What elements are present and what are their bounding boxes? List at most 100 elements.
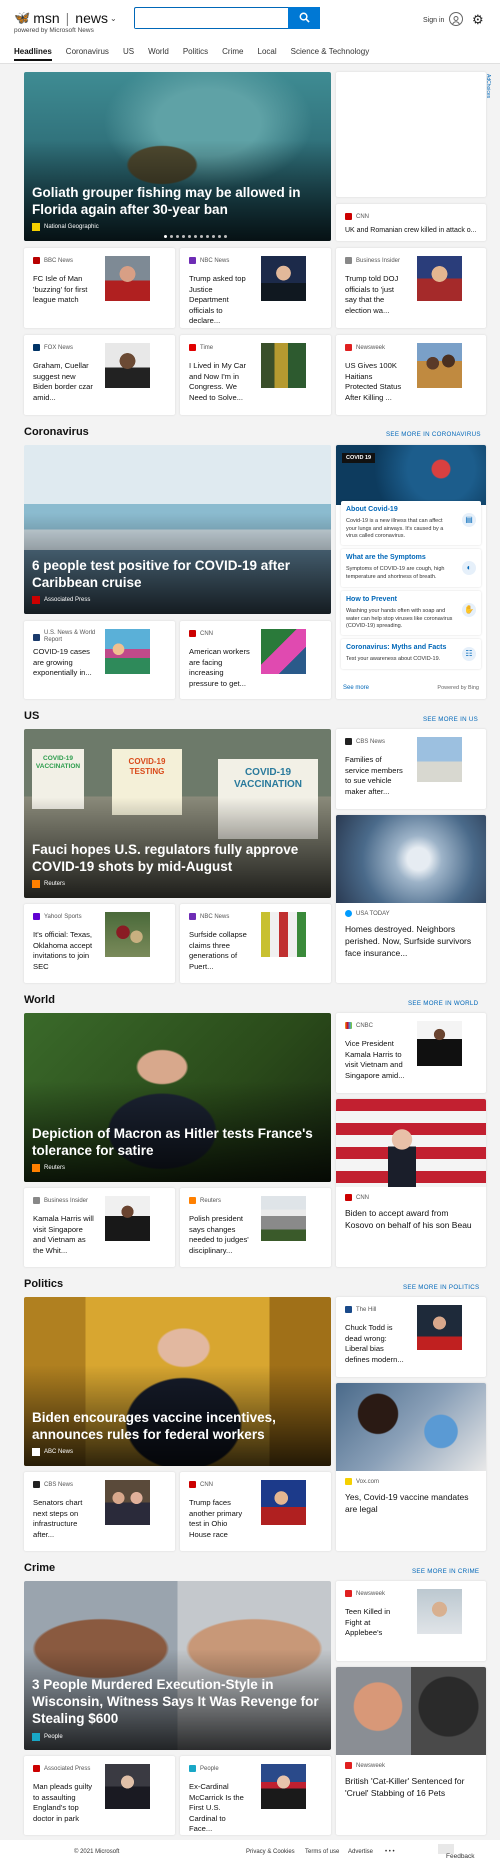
covid-item-title[interactable]: What are the Symptoms xyxy=(346,554,426,561)
news-card[interactable]: CNBC Vice President Kamala Harris to vis… xyxy=(336,1013,486,1093)
crime-hero-card[interactable]: 3 People Murdered Execution-Style in Wis… xyxy=(24,1581,331,1750)
user-avatar-icon[interactable] xyxy=(449,12,463,26)
hero-title[interactable]: Biden encourages vaccine incentives, ann… xyxy=(32,1409,321,1443)
advertise-link[interactable]: Advertise xyxy=(348,1849,373,1855)
carousel-dot[interactable] xyxy=(164,235,167,238)
news-card[interactable]: CNN Biden to accept award from Kosovo on… xyxy=(336,1099,486,1267)
headline-side-card[interactable]: CNN UK and Romanian crew killed in attac… xyxy=(336,204,486,241)
news-card[interactable]: Yahoo! Sports It's official: Texas, Okla… xyxy=(24,904,175,983)
news-card[interactable]: The Hill Chuck Todd is dead wrong: Liber… xyxy=(336,1297,486,1377)
news-card[interactable]: CNN American workers are facing increasi… xyxy=(180,621,331,699)
news-card[interactable]: Vox.com Yes, Covid-19 vaccine mandates a… xyxy=(336,1383,486,1551)
card-title[interactable]: Kamala Harris will visit Singapore and V… xyxy=(33,1214,95,1256)
news-card[interactable]: Reuters Polish president says changes ne… xyxy=(180,1188,331,1267)
search-input[interactable] xyxy=(135,8,285,28)
hero-title[interactable]: Fauci hopes U.S. regulators fully approv… xyxy=(32,841,321,875)
news-card[interactable]: People Ex-Cardinal McCarrick Is the Firs… xyxy=(180,1756,331,1835)
hero-title[interactable]: 3 People Murdered Execution-Style in Wis… xyxy=(32,1676,321,1727)
covid-see-more-link[interactable]: See more xyxy=(343,685,369,691)
carousel-dot[interactable] xyxy=(176,235,179,238)
card-title[interactable]: It's official: Texas, Oklahoma accept in… xyxy=(33,930,95,972)
covid-item-title[interactable]: How to Prevent xyxy=(346,596,397,603)
covid-info-item[interactable]: About Covid-19 Covid-19 is a new illness… xyxy=(341,501,481,545)
sign-in-link[interactable]: Sign in xyxy=(423,17,444,24)
world-hero-card[interactable]: Depiction of Macron as Hitler tests Fran… xyxy=(24,1013,331,1182)
carousel-dot[interactable] xyxy=(182,235,185,238)
tab-politics[interactable]: Politics xyxy=(183,47,208,61)
covid-info-item[interactable]: What are the Symptoms Symptoms of COVID-… xyxy=(341,549,481,587)
see-more-us-link[interactable]: SEE MORE IN US xyxy=(423,716,478,723)
carousel-dot[interactable] xyxy=(170,235,173,238)
news-card[interactable]: Newsweek British 'Cat-Killer' Sentenced … xyxy=(336,1667,486,1835)
news-card[interactable]: BBC News FC Isle of Man 'buzzing' for fi… xyxy=(24,248,175,328)
news-card[interactable]: Business Insider Kamala Harris will visi… xyxy=(24,1188,175,1267)
section-name[interactable]: news xyxy=(75,10,108,26)
card-title[interactable]: Biden to accept award from Kosovo on beh… xyxy=(345,1207,479,1231)
news-card[interactable]: U.S. News & World Report COVID-19 cases … xyxy=(24,621,175,699)
carousel-dot[interactable] xyxy=(218,235,221,238)
card-title[interactable]: Trump faces another primary test in Ohio… xyxy=(189,1498,251,1540)
us-hero-card[interactable]: COVID-19 VACCINATION COVID-19 TESTING CO… xyxy=(24,729,331,898)
terms-link[interactable]: Terms of use xyxy=(305,1849,339,1855)
news-card[interactable]: Associated Press Man pleads guilty to as… xyxy=(24,1756,175,1835)
see-more-politics-link[interactable]: SEE MORE IN POLITICS xyxy=(403,1284,479,1291)
card-title[interactable]: Surfside collapse claims three generatio… xyxy=(189,930,251,972)
search-button[interactable] xyxy=(288,6,320,29)
news-card[interactable]: CNN Trump faces another primary test in … xyxy=(180,1472,331,1551)
card-title[interactable]: COVID-19 cases are growing exponentially… xyxy=(33,647,95,679)
gear-icon[interactable]: ⚙ xyxy=(472,12,484,28)
coronavirus-hero-card[interactable]: 6 people test positive for COVID-19 afte… xyxy=(24,445,331,614)
card-title[interactable]: Vice President Kamala Harris to visit Vi… xyxy=(345,1039,407,1081)
politics-hero-card[interactable]: Biden encourages vaccine incentives, ann… xyxy=(24,1297,331,1466)
news-card[interactable]: Newsweek Teen Killed in Fight at Applebe… xyxy=(336,1581,486,1661)
feedback-button[interactable]: Feedback xyxy=(438,1844,475,1860)
tab-us[interactable]: US xyxy=(123,47,134,61)
card-title[interactable]: Families of service members to sue vehic… xyxy=(345,755,407,797)
carousel-dot[interactable] xyxy=(212,235,215,238)
more-options-icon[interactable]: • • • xyxy=(385,1849,395,1855)
card-title[interactable]: Polish president says changes needed to … xyxy=(189,1214,251,1256)
card-title[interactable]: Man pleads guilty to assaulting England'… xyxy=(33,1782,95,1824)
see-more-world-link[interactable]: SEE MORE IN WORLD xyxy=(408,1000,478,1007)
covid-item-title[interactable]: Coronavirus: Myths and Facts xyxy=(346,644,446,651)
card-title[interactable]: British 'Cat-Killer' Sentenced for 'Crue… xyxy=(345,1775,479,1799)
see-more-crime-link[interactable]: SEE MORE IN CRIME xyxy=(412,1568,479,1575)
card-title[interactable]: Trump asked top Justice Department offic… xyxy=(189,274,251,327)
card-title[interactable]: Homes destroyed. Neighbors perished. Now… xyxy=(345,923,479,959)
carousel-dot[interactable] xyxy=(200,235,203,238)
tab-world[interactable]: World xyxy=(148,47,169,61)
tab-science-technology[interactable]: Science & Technology xyxy=(291,47,370,61)
news-card[interactable]: USA TODAY Homes destroyed. Neighbors per… xyxy=(336,815,486,983)
card-title[interactable]: Senators chart next steps on infrastruct… xyxy=(33,1498,95,1540)
headline-hero-card[interactable]: Goliath grouper fishing may be allowed i… xyxy=(24,72,331,241)
carousel-dot[interactable] xyxy=(206,235,209,238)
news-card[interactable]: FOX News Graham, Cuellar suggest new Bid… xyxy=(24,335,175,415)
card-title[interactable]: Teen Killed in Fight at Applebee's xyxy=(345,1607,407,1639)
card-title[interactable]: Graham, Cuellar suggest new Biden border… xyxy=(33,361,95,403)
card-title[interactable]: Ex-Cardinal McCarrick Is the First U.S. … xyxy=(189,1782,251,1835)
ad-choices-label[interactable]: AdChoices xyxy=(485,74,491,98)
msn-logo[interactable]: 🦋 msn | news ⌄ xyxy=(14,10,117,26)
news-card[interactable]: NBC News Surfside collapse claims three … xyxy=(180,904,331,983)
carousel-dots[interactable] xyxy=(164,235,230,238)
card-title[interactable]: American workers are facing increasing p… xyxy=(189,647,251,689)
hero-title[interactable]: 6 people test positive for COVID-19 afte… xyxy=(32,557,321,591)
carousel-dot[interactable] xyxy=(224,235,227,238)
covid-item-title[interactable]: About Covid-19 xyxy=(346,506,398,513)
card-title[interactable]: Yes, Covid-19 vaccine mandates are legal xyxy=(345,1491,479,1515)
news-card[interactable]: Newsweek US Gives 100K Haitians Protecte… xyxy=(336,335,486,415)
card-title[interactable]: I Lived in My Car and Now I'm in Congres… xyxy=(189,361,251,403)
search-box[interactable] xyxy=(134,6,320,29)
news-card[interactable]: NBC News Trump asked top Justice Departm… xyxy=(180,248,331,328)
ad-slot[interactable] xyxy=(336,72,486,197)
news-card[interactable]: Business Insider Trump told DOJ official… xyxy=(336,248,486,328)
tab-crime[interactable]: Crime xyxy=(222,47,243,61)
tab-headlines[interactable]: Headlines xyxy=(14,47,52,61)
tab-local[interactable]: Local xyxy=(258,47,277,61)
chevron-down-icon[interactable]: ⌄ xyxy=(110,14,117,23)
news-card[interactable]: CBS News Families of service members to … xyxy=(336,729,486,809)
hero-title[interactable]: Depiction of Macron as Hitler tests Fran… xyxy=(32,1125,321,1159)
card-title[interactable]: UK and Romanian crew killed in attack o.… xyxy=(345,225,485,237)
see-more-coronavirus-link[interactable]: SEE MORE IN CORONAVIRUS xyxy=(386,431,481,438)
card-title[interactable]: US Gives 100K Haitians Protected Status … xyxy=(345,361,407,403)
